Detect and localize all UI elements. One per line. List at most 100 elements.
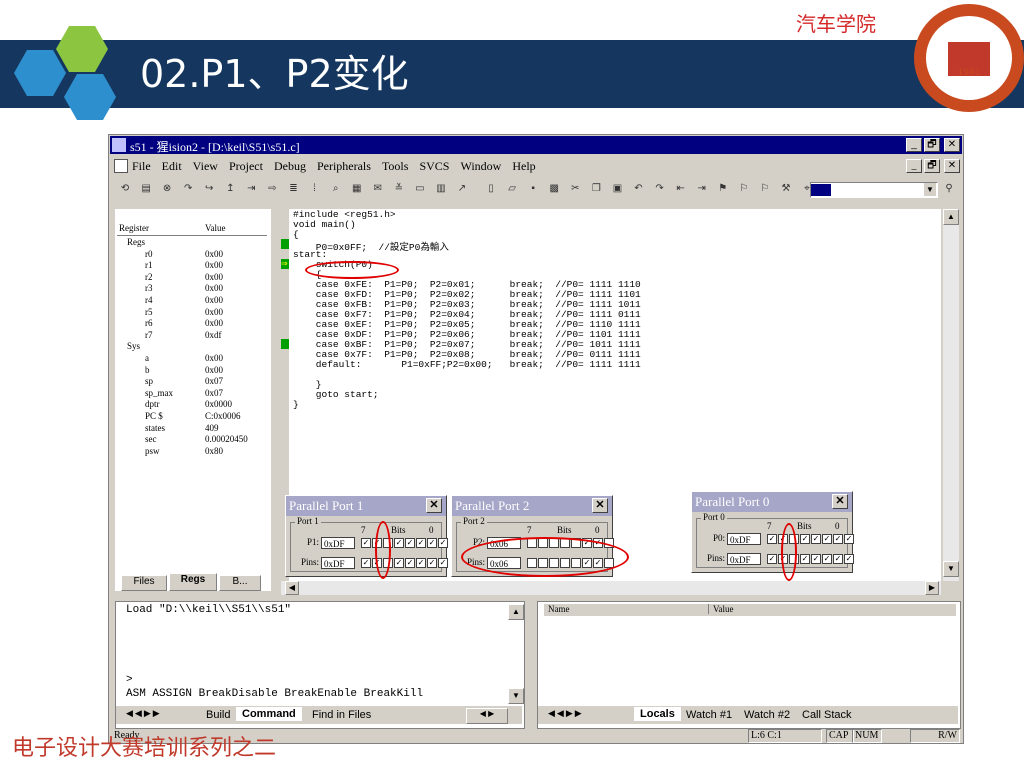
register-group[interactable]: Regs [117,237,267,249]
clear-bookmarks-icon[interactable]: ⚒ [779,182,793,196]
register-row[interactable]: sp 0x07 [117,376,267,388]
bit-checkbox[interactable]: ✓ [416,558,426,568]
register-row[interactable]: r0 0x00 [117,249,267,261]
bit-checkbox[interactable]: ✓ [833,534,843,544]
bit-checkbox[interactable]: ✓ [416,538,426,548]
register-row[interactable]: PC $ C:0x0006 [117,411,267,423]
register-row[interactable]: r3 0x00 [117,283,267,295]
menu-debug[interactable]: Debug [274,159,306,174]
scroll-up-icon[interactable]: ▲ [508,604,524,620]
binoculars-icon[interactable]: ⚲ [942,182,956,196]
bit-checkbox[interactable]: ✓ [811,534,821,544]
editor-hscrollbar[interactable]: ◀ ▶ [281,581,941,595]
save-icon[interactable]: ▪ [526,182,540,196]
bit-checkbox[interactable]: ✓ [405,558,415,568]
bit-checkbox[interactable]: ✓ [822,554,832,564]
register-row[interactable]: r7 0xdf [117,330,267,342]
bit-checkbox[interactable]: ✓ [361,558,371,568]
bit-checkbox[interactable]: ✓ [427,558,437,568]
register-row[interactable]: r1 0x00 [117,260,267,272]
save-all-icon[interactable]: ▩ [547,182,561,196]
editor-vscrollbar[interactable]: ▲ ▼ [943,209,959,581]
register-group[interactable]: Sys [117,341,267,353]
menu-tools[interactable]: Tools [382,159,409,174]
chevron-down-icon[interactable]: ▼ [924,183,936,196]
undo-icon[interactable]: ↶ [632,182,646,196]
menu-view[interactable]: View [193,159,218,174]
disassembly-icon[interactable]: ≣ [287,182,301,196]
port-pins-value[interactable]: 0xDF [321,557,355,569]
next-bookmark-icon[interactable]: ⚐ [758,182,772,196]
bookmark-icon[interactable]: ⚑ [716,182,730,196]
scroll-up-icon[interactable]: ▲ [943,209,959,225]
bit-checkbox[interactable]: ✓ [811,554,821,564]
tab-call-stack[interactable]: Call Stack [796,708,858,722]
watch-icon[interactable]: ⌕ [329,182,343,196]
port-reg-value[interactable]: 0xDF [727,533,761,545]
unindent-icon[interactable]: ⇥ [695,182,709,196]
step-over-icon[interactable]: ↪ [202,182,216,196]
tab-regs[interactable]: Regs [169,573,217,591]
scroll-right-icon[interactable]: ▶ [925,581,939,595]
tab-watch2[interactable]: Watch #2 [738,708,796,722]
menu-svcs[interactable]: SVCS [419,159,449,174]
tab-build[interactable]: Build [200,708,236,722]
open-file-icon[interactable]: ▱ [505,182,519,196]
show-next-icon[interactable]: ⇨ [265,182,279,196]
pointer-icon[interactable]: ↗ [455,182,469,196]
register-row[interactable]: r5 0x00 [117,307,267,319]
tab-nav-icon[interactable]: ◀◀▶▶ [548,708,628,722]
scroll-left-icon[interactable]: ◀ [285,581,299,595]
step-into-icon[interactable]: ↷ [181,182,195,196]
register-row[interactable]: sec 0.00020450 [117,434,267,446]
scroll-down-icon[interactable]: ▼ [508,688,524,704]
copy-icon[interactable]: ❐ [589,182,603,196]
prev-bookmark-icon[interactable]: ⚐ [737,182,751,196]
new-file-icon[interactable]: ▯ [484,182,498,196]
bit-checkbox[interactable]: ✓ [394,538,404,548]
logic-analyzer-icon[interactable]: ▥ [434,182,448,196]
bit-checkbox[interactable]: ✓ [361,538,371,548]
register-row[interactable]: states 409 [117,423,267,435]
doc-close-button[interactable]: ✕ [944,159,960,173]
bit-checkbox[interactable]: ✓ [438,538,448,548]
close-button[interactable]: ✕ [944,138,960,152]
bit-checkbox[interactable]: ✓ [800,554,810,564]
window-titlebar[interactable]: s51 - 猩ision2 - [D:\keil\S51\s51.c] _ 🗗 … [110,136,962,154]
doc-minimize-button[interactable]: _ [906,159,922,173]
parallel-port-0-window[interactable]: Parallel Port 0 ✕ Port 0 7 Bits 0 P0: 0xDF ✓ ✓ ✓… [691,491,854,573]
bit-checkbox[interactable]: ✓ [822,534,832,544]
indent-icon[interactable]: ⇤ [674,182,688,196]
register-row[interactable]: sp_max 0x07 [117,388,267,400]
run-to-cursor-icon[interactable]: ⇥ [244,182,258,196]
close-port-0-button[interactable]: ✕ [832,494,848,509]
doc-restore-button[interactable]: 🗗 [924,159,940,173]
menu-edit[interactable]: Edit [162,159,182,174]
bit-checkbox[interactable]: ✓ [427,538,437,548]
close-port-2-button[interactable]: ✕ [592,498,608,513]
register-row[interactable]: r2 0x00 [117,272,267,284]
bit-checkbox[interactable]: ✓ [800,534,810,544]
stop-icon[interactable]: ⊗ [160,182,174,196]
cut-icon[interactable]: ✂ [568,182,582,196]
tab-locals[interactable]: Locals [634,707,681,721]
tab-watch1[interactable]: Watch #1 [680,708,738,722]
trace-icon[interactable]: ⁞ [308,182,322,196]
bit-checkbox[interactable]: ✓ [394,558,404,568]
menu-window[interactable]: Window [460,159,501,174]
paste-icon[interactable]: ▣ [610,182,624,196]
serial-icon[interactable]: ✉ [371,182,385,196]
code-coverage-icon[interactable]: ▭ [413,182,427,196]
register-row[interactable]: dptr 0x0000 [117,399,267,411]
register-row[interactable]: b 0x00 [117,365,267,377]
parallel-port-1-window[interactable]: Parallel Port 1 ✕ Port 1 7 Bits 0 P1: 0xDF ✓ ✓ ✓… [285,495,448,577]
tab-files[interactable]: Files [121,575,167,591]
menu-help[interactable]: Help [512,159,535,174]
step-out-icon[interactable]: ↥ [223,182,237,196]
performance-icon[interactable]: ≚ [392,182,406,196]
bit-checkbox[interactable]: ✓ [767,534,777,544]
bit-checkbox[interactable]: ✓ [844,534,854,544]
reset-icon[interactable]: ⟲ [118,182,132,196]
register-row[interactable]: a 0x00 [117,353,267,365]
maximize-button[interactable]: 🗗 [924,138,940,152]
